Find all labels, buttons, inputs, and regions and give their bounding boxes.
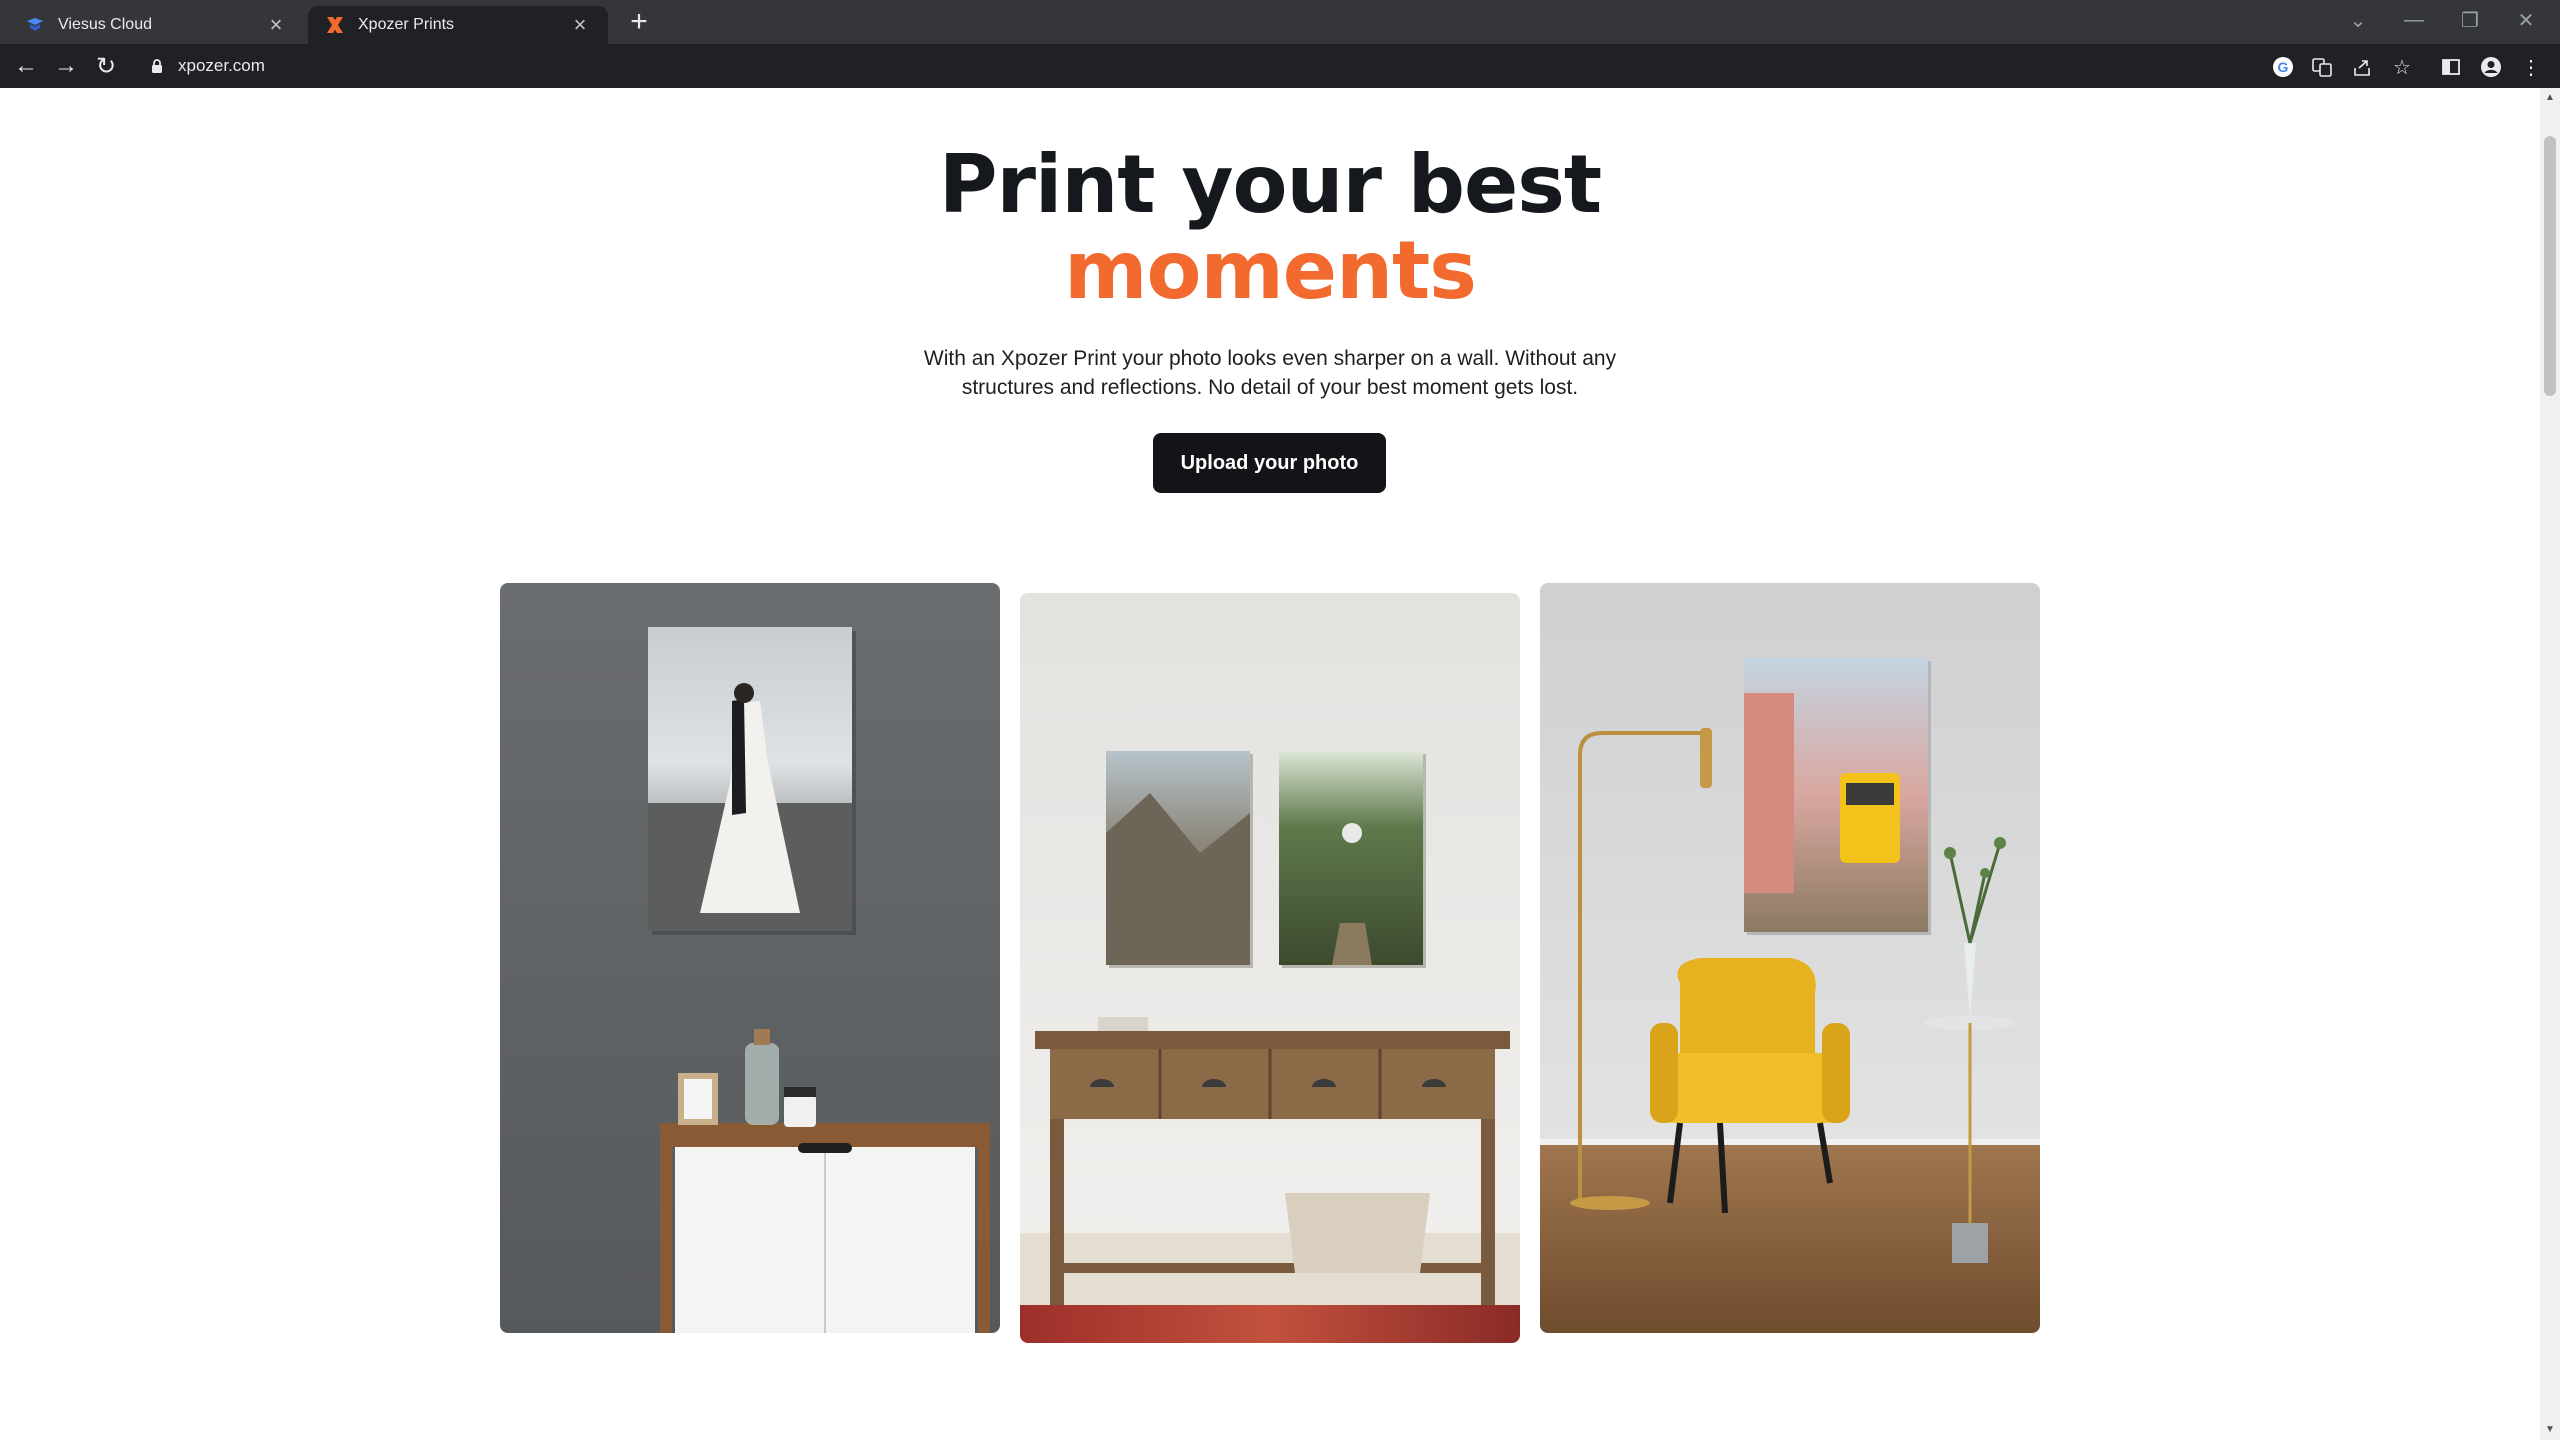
xpozer-favicon-icon (324, 14, 346, 36)
restore-icon[interactable]: ❐ (2442, 2, 2498, 38)
profile-avatar-icon[interactable] (2476, 52, 2506, 82)
scroll-down-arrow-icon[interactable]: ▼ (2540, 1420, 2560, 1440)
browser-toolbar: ← → ↻ xpozer.com G ☆ ⋮ (0, 44, 2560, 88)
minimize-icon[interactable]: — (2386, 2, 2442, 38)
reload-icon[interactable]: ↻ (88, 48, 124, 84)
browser-menu-icon[interactable]: ⋮ (2516, 52, 2546, 82)
forward-arrow-icon[interactable]: → (48, 48, 84, 84)
gallery-image-tram[interactable] (1540, 583, 2040, 1333)
scrollbar-thumb[interactable] (2544, 136, 2556, 396)
page-content: Print your best moments With an Xpozer P… (0, 88, 2540, 1440)
back-arrow-icon[interactable]: ← (8, 48, 44, 84)
gallery-image-wedding[interactable] (500, 583, 1000, 1333)
address-bar[interactable]: xpozer.com (140, 49, 2260, 83)
scroll-up-arrow-icon[interactable]: ▲ (2540, 88, 2560, 108)
close-tab-icon[interactable]: × (264, 14, 288, 36)
close-tab-icon[interactable]: × (568, 14, 592, 36)
viesus-favicon-icon (24, 14, 46, 36)
tab-title: Viesus Cloud (58, 16, 152, 33)
upload-photo-button[interactable]: Upload your photo (1153, 433, 1386, 493)
bookmark-star-icon[interactable]: ☆ (2387, 52, 2417, 82)
lock-icon[interactable] (148, 57, 166, 75)
hero-description: With an Xpozer Print your photo looks ev… (923, 347, 1617, 399)
new-tab-button[interactable]: + (622, 6, 656, 40)
close-window-icon[interactable]: ✕ (2498, 2, 2554, 38)
tab-viesus-cloud[interactable]: Viesus Cloud × (8, 6, 304, 44)
svg-text:G: G (2278, 59, 2289, 75)
hero-headline: Print your best (938, 138, 1602, 231)
translate-icon[interactable] (2307, 52, 2337, 82)
hero-headline-accent: moments (1064, 224, 1477, 317)
tab-title: Xpozer Prints (358, 16, 455, 33)
tab-strip: Viesus Cloud × Xpozer Prints × + ⌄ — ❐ ✕ (0, 0, 2560, 44)
tab-xpozer-prints[interactable]: Xpozer Prints × (308, 6, 608, 44)
side-panel-icon[interactable] (2436, 52, 2466, 82)
page-scrollbar[interactable]: ▲ ▼ (2540, 88, 2560, 1440)
google-icon[interactable]: G (2268, 52, 2298, 82)
tab-search-chevron-icon[interactable]: ⌄ (2330, 2, 2386, 38)
share-icon[interactable] (2347, 52, 2377, 82)
url-text: xpozer.com (178, 56, 265, 75)
gallery-image-hiking[interactable] (1020, 593, 1520, 1343)
